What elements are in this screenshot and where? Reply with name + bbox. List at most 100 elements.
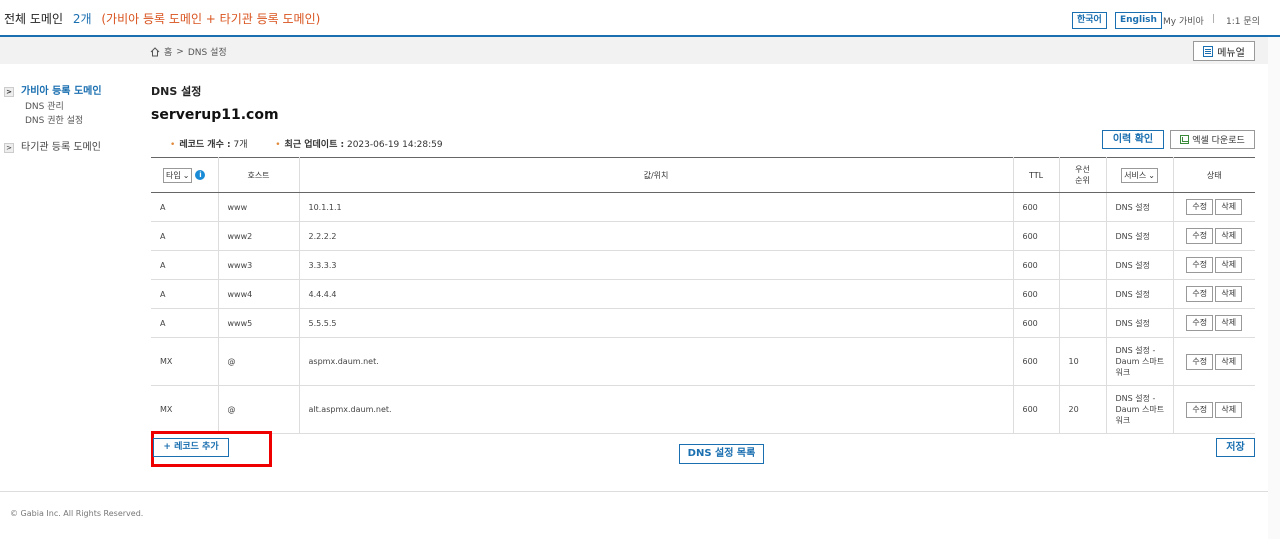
type-filter-select[interactable]: 타입 ⌄ [163,167,193,183]
service-filter-select[interactable]: 서비스 ⌄ [1121,167,1158,183]
delete-button[interactable]: 삭제 [1215,353,1243,370]
delete-button[interactable]: 삭제 [1215,286,1243,302]
delete-button[interactable]: 삭제 [1215,199,1243,215]
record-meta: • 레코드 개수 : 7개 • 최근 업데이트 : 2023-06-19 14:28… [170,137,443,150]
section-title: DNS 설정 [151,85,202,98]
header-type: 타입 ⌄ i [151,157,219,193]
sidebar-item-dns-management[interactable]: DNS 관리 [0,100,140,114]
footer-divider [0,491,1268,492]
save-button[interactable]: 저장 [1216,438,1255,457]
cell-actions: 수정 삭제 [1173,221,1255,251]
delete-button[interactable]: 삭제 [1215,315,1243,331]
info-icon[interactable]: i [195,170,206,180]
cell-priority: 20 [1059,385,1107,434]
cell-service: DNS 설정 [1106,279,1174,309]
header-host: 호스트 [218,157,300,193]
domain-summary: 전체 도메인 2개 (가비아 등록 도메인 + 타기관 등록 도메인) [4,10,320,27]
cell-actions: 수정 삭제 [1173,192,1255,222]
edit-button[interactable]: 수정 [1186,286,1214,302]
cell-host: www [218,192,300,222]
edit-button[interactable]: 수정 [1186,257,1214,273]
cell-value: 10.1.1.1 [299,192,1014,222]
breadcrumb: 홈 > DNS 설정 [150,45,227,58]
my-gabia-link[interactable]: My 가비아 [1163,14,1204,27]
edit-button[interactable]: 수정 [1186,228,1214,244]
add-record-button[interactable]: + 레코드 추가 [153,438,229,457]
cell-host: @ [218,385,300,434]
cell-host: @ [218,337,300,386]
sidebar: > 가비아 등록 도메인 DNS 관리 DNS 권한 설정 > 타기관 등록 도… [0,80,140,156]
page-title: 전체 도메인 [4,12,64,26]
cell-type: MX [151,385,219,434]
cell-actions: 수정 삭제 [1173,337,1255,386]
cell-ttl: 600 [1013,192,1060,222]
delete-button[interactable]: 삭제 [1215,401,1243,418]
edit-button[interactable]: 수정 [1186,315,1214,331]
record-count: 7개 [233,140,248,150]
breadcrumb-separator: > [176,46,184,57]
cell-type: A [151,308,219,338]
lang-english-button[interactable]: English [1115,12,1162,29]
header-priority: 우선 순위 [1059,157,1107,193]
inquiry-link[interactable]: 1:1 문의 [1226,14,1260,27]
header-value: 값/위치 [299,157,1014,193]
chevron-right-icon: > [4,143,14,153]
header-ttl: TTL [1013,157,1060,193]
history-button[interactable]: 이력 확인 [1102,130,1164,149]
last-update: 2023-06-19 14:28:59 [346,140,443,150]
domain-count[interactable]: 2개 [73,12,92,26]
edit-button[interactable]: 수정 [1186,199,1214,215]
cell-service: DNS 설정 - Daum 스마트 워크 [1106,385,1174,434]
breadcrumb-home[interactable]: 홈 [164,45,172,58]
chevron-right-icon: > [4,87,14,97]
sidebar-item-label: 타기관 등록 도메인 [21,142,101,153]
scrollbar[interactable] [1268,37,1280,539]
cell-value: 4.4.4.4 [299,279,1014,309]
cell-service: DNS 설정 - Daum 스마트 워크 [1106,337,1174,386]
cell-value: aspmx.daum.net. [299,337,1014,386]
home-icon[interactable] [150,46,160,57]
table-row: Awww 10.1.1.1 600 DNS 설정 수정 삭제 [151,192,1255,222]
cell-host: www4 [218,279,300,309]
table-row: Awww5 5.5.5.5 600 DNS 설정 수정 삭제 [151,308,1255,338]
header-service: 서비스 ⌄ [1106,157,1174,193]
table-row: MX @ alt.aspmx.daum.net. 600 20 DNS 설정 - Daum… [151,385,1255,434]
cell-host: www5 [218,308,300,338]
cell-ttl: 600 [1013,308,1060,338]
cell-type: A [151,221,219,251]
cell-service: DNS 설정 [1106,221,1174,251]
table-row: Awww3 3.3.3.3 600 DNS 설정 수정 삭제 [151,250,1255,280]
breadcrumb-bar: 홈 > DNS 설정 메뉴얼 [0,37,1268,64]
sidebar-item-gabia-domains[interactable]: > 가비아 등록 도메인 [0,84,140,100]
delete-button[interactable]: 삭제 [1215,228,1243,244]
cell-value: alt.aspmx.daum.net. [299,385,1014,434]
lang-korean-button[interactable]: 한국어 [1072,12,1107,29]
sidebar-item-label: 가비아 등록 도메인 [21,86,102,97]
chart-icon [1180,135,1190,144]
cell-priority [1059,192,1107,222]
dns-list-button[interactable]: DNS 설정 목록 [679,444,764,464]
cell-ttl: 600 [1013,385,1060,434]
manual-button[interactable]: 메뉴얼 [1193,41,1255,61]
edit-button[interactable]: 수정 [1186,401,1214,418]
record-count-label: 레코드 개수 : [179,140,231,150]
cell-priority: 10 [1059,337,1107,386]
cell-priority [1059,250,1107,280]
excel-download-button[interactable]: 엑셀 다운로드 [1170,130,1255,149]
cell-type: A [151,192,219,222]
cell-service: DNS 설정 [1106,250,1174,280]
edit-button[interactable]: 수정 [1186,353,1214,370]
cell-type: MX [151,337,219,386]
delete-button[interactable]: 삭제 [1215,257,1243,273]
cell-service: DNS 설정 [1106,308,1174,338]
bullet-icon: • [275,140,281,150]
cell-priority [1059,308,1107,338]
top-separator: | [1212,14,1216,24]
cell-type: A [151,250,219,280]
table-row: Awww4 4.4.4.4 600 DNS 설정 수정 삭제 [151,279,1255,309]
table-row: MX @ aspmx.daum.net. 600 10 DNS 설정 - Daum 스마트… [151,337,1255,386]
sidebar-item-other-domains[interactable]: > 타기관 등록 도메인 [0,140,140,156]
bullet-icon: • [170,140,176,150]
sidebar-item-dns-permission[interactable]: DNS 권한 설정 [0,114,140,128]
manual-button-label: 메뉴얼 [1217,47,1245,59]
